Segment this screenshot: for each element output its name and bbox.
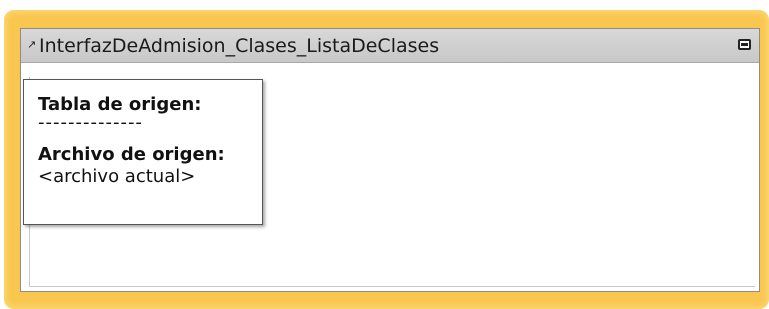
source-table-value: -------------- [38, 112, 143, 133]
table-occurrence-title: InterfazDeAdmision_Clases_ListaDeClases [39, 35, 440, 57]
source-file-label: Archivo de origen: [38, 144, 225, 165]
arrow-expand-icon[interactable]: ↗ [27, 37, 36, 53]
source-info-tooltip: Tabla de origen: -------------- Archivo … [23, 79, 263, 225]
source-file-value: <archivo actual> [38, 166, 196, 187]
table-occurrence-header[interactable]: ↗ InterfazDeAdmision_Clases_ListaDeClase… [21, 29, 759, 63]
graph-canvas: ↗ InterfazDeAdmision_Clases_ListaDeClase… [0, 0, 769, 309]
collapse-box-icon[interactable] [738, 39, 751, 50]
